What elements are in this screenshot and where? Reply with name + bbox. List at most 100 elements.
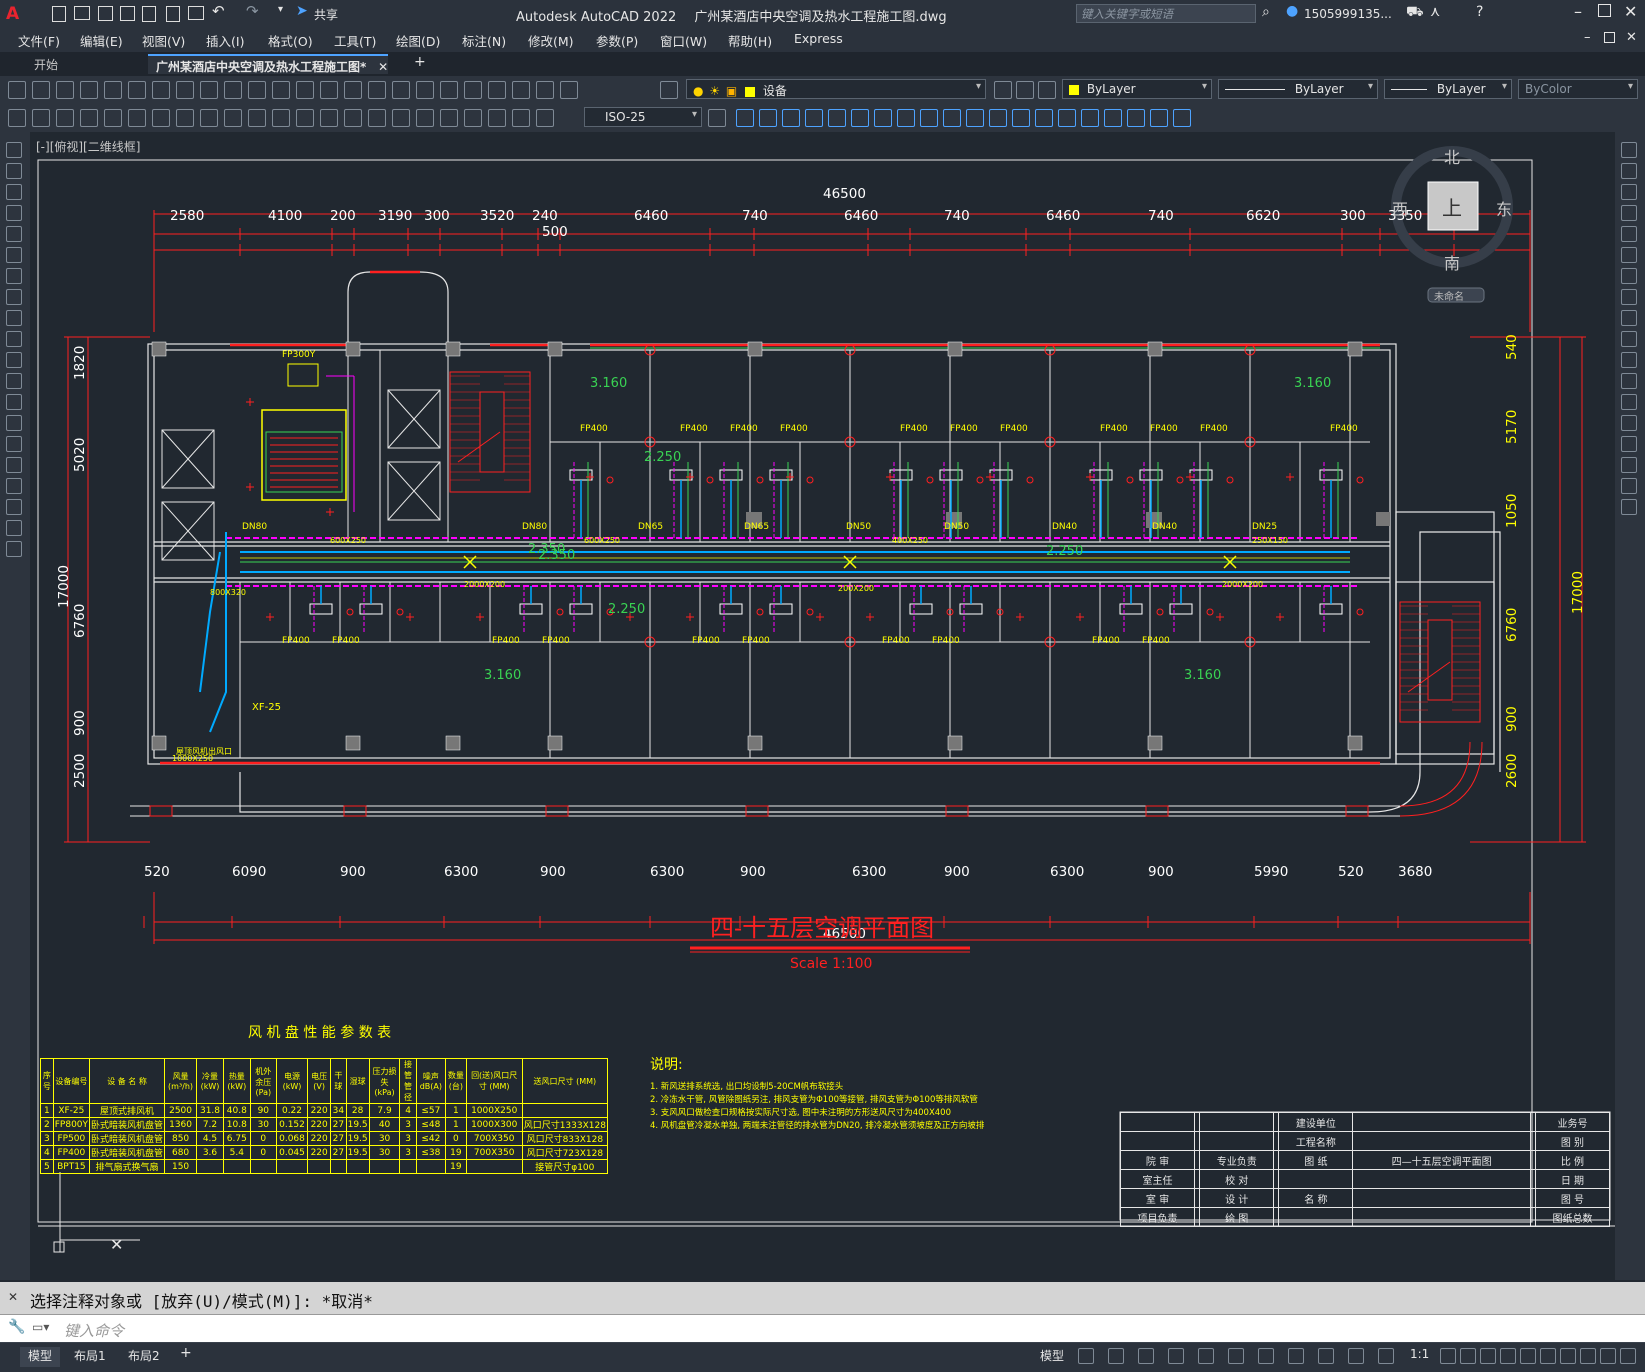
toolpalettes-icon[interactable] (464, 81, 482, 99)
blend-icon[interactable] (1621, 478, 1637, 494)
plot-preview-icon[interactable] (166, 6, 180, 22)
menu-help[interactable]: 帮助(H) (728, 31, 772, 50)
menu-edit[interactable]: 编辑(E) (80, 31, 123, 50)
menu-file[interactable]: 文件(F) (18, 31, 60, 50)
tab-drawing[interactable]: 广州某酒店中央空调及热水工程施工图* ✕ (148, 54, 388, 74)
3d-tool-14-icon[interactable] (1035, 109, 1053, 127)
3d-tool-7-icon[interactable] (874, 109, 892, 127)
customize-icon[interactable]: 🔧 (8, 1319, 25, 1335)
trim-icon[interactable] (1621, 331, 1637, 347)
dimstyle-icon[interactable] (708, 109, 726, 127)
customization-icon[interactable] (1620, 1348, 1636, 1364)
tab-start[interactable]: 开始 (26, 54, 66, 74)
insert-block-icon[interactable] (6, 373, 22, 389)
new-icon[interactable] (52, 6, 66, 22)
plot-icon[interactable] (80, 81, 98, 99)
osnap-tracking-icon[interactable] (1198, 1348, 1214, 1364)
sheetset-icon[interactable] (152, 81, 170, 99)
dim-edit-icon[interactable] (488, 109, 506, 127)
named-views-icon[interactable] (32, 109, 50, 127)
viewcube-north[interactable]: 北 (1444, 144, 1460, 168)
markup-icon[interactable] (512, 81, 530, 99)
ellipse-arc-icon[interactable] (6, 352, 22, 368)
tab-model[interactable]: 模型 (20, 1347, 61, 1367)
chamfer-icon[interactable] (1621, 436, 1637, 452)
zoom-window-icon[interactable] (368, 81, 386, 99)
explode-icon[interactable] (1621, 499, 1637, 515)
plot-icon[interactable] (188, 6, 204, 20)
lineweight-icon[interactable] (1258, 1348, 1274, 1364)
3d-tool-13-icon[interactable] (1012, 109, 1030, 127)
auto-scale-icon[interactable] (1378, 1348, 1394, 1364)
revcloud-icon[interactable] (6, 289, 22, 305)
inspect-icon[interactable] (440, 109, 458, 127)
tab-layout1[interactable]: 布局1 (72, 1347, 108, 1367)
stretch-icon[interactable] (1621, 310, 1637, 326)
workspace-icon[interactable] (1460, 1348, 1476, 1364)
add-selected-icon[interactable] (6, 541, 22, 557)
search-box[interactable]: 键入关键字或短语 (1076, 4, 1256, 23)
break-at-point-icon[interactable] (1621, 373, 1637, 389)
3d-tool-5-icon[interactable] (828, 109, 846, 127)
3d-tool-6-icon[interactable] (851, 109, 869, 127)
3d-tool-10-icon[interactable] (943, 109, 961, 127)
spline-icon[interactable] (6, 310, 22, 326)
sheetset-manager-icon[interactable] (488, 81, 506, 99)
menu-view[interactable]: 视图(V) (142, 31, 185, 50)
properties-icon[interactable] (416, 81, 434, 99)
jogged-linear-icon[interactable] (464, 109, 482, 127)
viewcube-east[interactable]: 东 (1496, 196, 1512, 220)
quick-properties-icon[interactable] (1520, 1348, 1536, 1364)
undo-icon[interactable] (272, 81, 290, 99)
command-input[interactable]: 键入命令 (64, 1320, 124, 1341)
3d-tool-9-icon[interactable] (920, 109, 938, 127)
autodesk-app-icon[interactable]: ⋏ (1430, 4, 1440, 20)
point-icon[interactable] (6, 415, 22, 431)
3d-tool-17-icon[interactable] (1104, 109, 1122, 127)
tolerance-icon[interactable] (392, 109, 410, 127)
doc-minimize-icon[interactable]: – (1584, 30, 1591, 45)
dim-continue-icon[interactable] (320, 109, 338, 127)
polygon-icon[interactable] (6, 205, 22, 221)
make-current-icon[interactable] (1038, 81, 1056, 99)
annotation-scale[interactable]: 1:1 (1410, 1347, 1429, 1367)
publish-icon[interactable] (142, 6, 156, 22)
circle-icon[interactable] (6, 268, 22, 284)
dim-angular-icon[interactable] (248, 109, 266, 127)
qnew-icon[interactable] (8, 81, 26, 99)
command-line[interactable]: 🔧 ▭▾ 键入命令 (0, 1314, 1645, 1343)
zoom-previous-icon[interactable] (392, 81, 410, 99)
center-mark-icon[interactable] (416, 109, 434, 127)
maximize-icon[interactable] (1598, 4, 1611, 17)
region-icon[interactable] (6, 478, 22, 494)
menu-insert[interactable]: 插入(I) (206, 31, 244, 50)
polyline-icon[interactable] (6, 184, 22, 200)
3d-tool-8-icon[interactable] (897, 109, 915, 127)
user-icon[interactable]: ● (1286, 3, 1298, 19)
dim-baseline-icon[interactable] (296, 109, 314, 127)
dim-linear-icon[interactable] (80, 109, 98, 127)
undo-icon[interactable]: ↶ (212, 2, 225, 20)
designcenter-icon[interactable] (440, 81, 458, 99)
dimstyle-dropdown[interactable]: ISO-25 ▾ (584, 107, 702, 127)
3d-tool-3-icon[interactable] (782, 109, 800, 127)
paste-icon[interactable] (224, 81, 242, 99)
units-icon[interactable] (1500, 1348, 1516, 1364)
gradient-icon[interactable] (6, 457, 22, 473)
dim-break-icon[interactable] (368, 109, 386, 127)
polar-icon[interactable] (1168, 1348, 1184, 1364)
close-icon[interactable]: ✕ (1624, 2, 1637, 21)
menu-parametric[interactable]: 参数(P) (596, 31, 638, 50)
dim-text-edit-icon[interactable] (512, 109, 530, 127)
menu-window[interactable]: 窗口(W) (660, 31, 707, 50)
tab-close-icon[interactable]: ✕ (378, 60, 388, 74)
snap-icon[interactable] (1108, 1348, 1124, 1364)
layer-icon[interactable] (56, 109, 74, 127)
menu-tools[interactable]: 工具(T) (334, 31, 376, 50)
join-icon[interactable] (1621, 415, 1637, 431)
help-icon[interactable]: ? (1476, 4, 1483, 20)
menu-dimension[interactable]: 标注(N) (462, 31, 506, 50)
osnap-icon[interactable] (1228, 1348, 1244, 1364)
redo-icon[interactable] (296, 81, 314, 99)
cart-icon[interactable]: ⛟ (1406, 4, 1424, 22)
